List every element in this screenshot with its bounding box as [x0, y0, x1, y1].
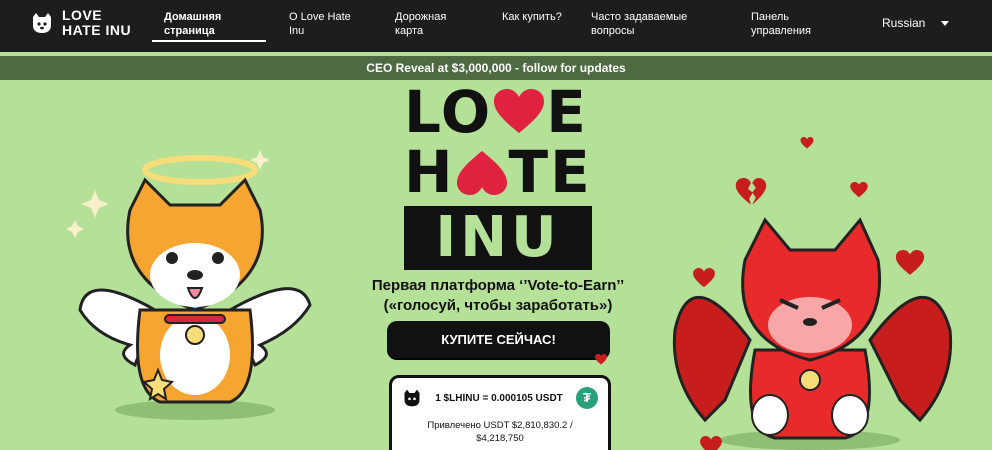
brand-logo[interactable]: LOVE HATE INU: [30, 8, 132, 38]
presale-widget: 1 $LHINU = 0.000105 USDT ₮ Привлечено US…: [389, 375, 611, 450]
chevron-down-icon: [941, 20, 950, 26]
broken-heart-icon: [895, 250, 925, 275]
hero-tagline: Первая платформа ‘’Vote-to-Earn’’ («голо…: [371, 277, 625, 314]
hero-logo: LO E H TE INU: [404, 82, 592, 270]
language-selector[interactable]: Russian: [882, 16, 950, 30]
nav-home[interactable]: Домашняя страница: [164, 10, 264, 38]
logo-word-hate: H TE: [404, 138, 592, 206]
nav-roadmap[interactable]: Дорожная карта: [395, 10, 465, 38]
nav-faq[interactable]: Часто задаваемые вопросы: [591, 10, 711, 38]
top-navbar: LOVE HATE INU Домашняя страница О Love H…: [0, 0, 992, 52]
broken-heart-icon: [735, 178, 767, 205]
broken-heart-icon: [700, 436, 722, 450]
heart-icon: [595, 354, 607, 365]
broken-heart-icon: [850, 182, 868, 198]
logo-word-inu: INU: [404, 206, 592, 270]
nav-active-indicator: [152, 40, 266, 42]
dog-logo-icon: [33, 13, 51, 33]
heart-icon: [494, 89, 545, 133]
nav-how-to-buy[interactable]: Как купить?: [502, 10, 562, 24]
language-label: Russian: [882, 16, 926, 30]
logo-love-text: LO: [404, 78, 493, 146]
angel-dog-illustration: [66, 150, 312, 420]
devil-dog-illustration: [672, 217, 953, 450]
token-price: 1 $LHINU = 0.000105 USDT: [435, 392, 563, 404]
nav-dashboard[interactable]: Панель управления: [751, 10, 841, 38]
broken-heart-icon: [693, 268, 715, 288]
buy-now-button[interactable]: КУПИТЕ СЕЙЧАС!: [387, 321, 610, 358]
raised-amount: Привлечено USDT $2,810,830.2 / $4,218,75…: [427, 420, 573, 444]
tether-icon: ₮: [576, 387, 598, 409]
brand-name: LOVE HATE INU: [62, 7, 132, 38]
heart-icon: [456, 151, 507, 195]
broken-heart-icon: [800, 137, 814, 149]
logo-word-love: LO E: [404, 78, 588, 146]
nav-about[interactable]: О Love Hate Inu: [289, 10, 364, 38]
dog-logo-icon: [404, 389, 420, 407]
announcement-banner[interactable]: CEO Reveal at $3,000,000 - follow for up…: [0, 56, 992, 80]
